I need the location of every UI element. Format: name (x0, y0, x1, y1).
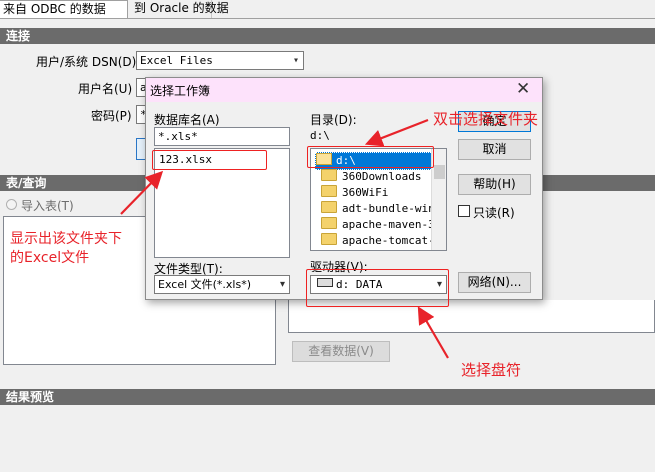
annotation-choose-drive: 选择盘符 (461, 361, 522, 379)
annotation-double-click: 双击选择文件夹 (433, 110, 539, 128)
annotation-shows-files-2: 的Excel文件 (10, 250, 90, 266)
arrow-to-drive (417, 306, 449, 359)
arrow-to-file (120, 170, 164, 215)
annotation-shows-files-1: 显示出该文件夹下 (10, 231, 122, 247)
arrow-to-dir (364, 118, 429, 147)
